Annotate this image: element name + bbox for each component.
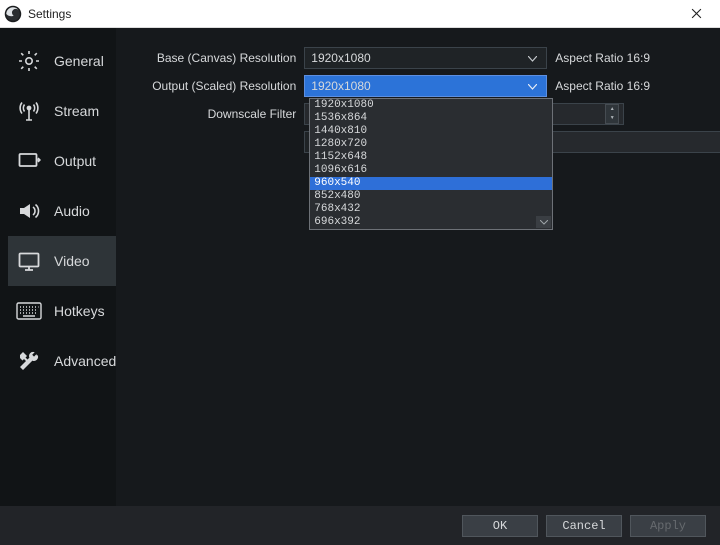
chevron-down-icon — [524, 51, 540, 65]
dropdown-option[interactable]: 960x540 — [310, 177, 552, 190]
tools-icon — [16, 348, 42, 374]
base-aspect-ratio-label: Aspect Ratio 16:9 — [555, 51, 650, 65]
dropdown-option[interactable]: 1096x616 — [310, 164, 552, 177]
gear-icon — [16, 48, 42, 74]
dropdown-option[interactable]: 1440x810 — [310, 125, 552, 138]
dropdown-option[interactable]: 768x432 — [310, 203, 552, 216]
dropdown-option[interactable]: 852x480 — [310, 190, 552, 203]
downscale-filter-label: Downscale Filter — [128, 107, 304, 121]
keyboard-icon — [16, 298, 42, 324]
output-resolution-label: Output (Scaled) Resolution — [128, 79, 304, 93]
output-resolution-dropdown-list[interactable]: 1920x10801536x8641440x8101280x7201152x64… — [309, 98, 553, 230]
obs-logo-icon — [4, 5, 22, 23]
spin-control-icon[interactable]: ▲▼ — [605, 104, 619, 124]
sidebar-item-general[interactable]: General — [8, 36, 116, 86]
close-icon — [691, 8, 702, 19]
apply-button: Apply — [630, 515, 706, 537]
sidebar-item-hotkeys[interactable]: Hotkeys — [8, 286, 116, 336]
dropdown-option[interactable]: 1920x1080 — [310, 99, 552, 112]
speaker-icon — [16, 198, 42, 224]
ok-button[interactable]: OK — [462, 515, 538, 537]
output-resolution-value: 1920x1080 — [311, 79, 524, 93]
base-resolution-label: Base (Canvas) Resolution — [128, 51, 304, 65]
base-resolution-combobox[interactable]: 1920x1080 — [304, 47, 547, 69]
window-title: Settings — [28, 7, 676, 21]
output-aspect-ratio-label: Aspect Ratio 16:9 — [555, 79, 650, 93]
base-resolution-value: 1920x1080 — [311, 51, 524, 65]
cancel-button[interactable]: Cancel — [546, 515, 622, 537]
output-resolution-combobox[interactable]: 1920x1080 — [304, 75, 547, 97]
sidebar-item-stream[interactable]: Stream — [8, 86, 116, 136]
monitor-icon — [16, 248, 42, 274]
sidebar-item-label: Audio — [54, 203, 90, 219]
scroll-down-hint-icon[interactable] — [536, 216, 551, 228]
dialog-footer: OK Cancel Apply — [0, 506, 720, 545]
dropdown-option[interactable]: 696x392 — [310, 216, 552, 229]
output-icon — [16, 148, 42, 174]
antenna-icon — [16, 98, 42, 124]
chevron-down-icon — [524, 79, 540, 93]
sidebar-item-advanced[interactable]: Advanced — [8, 336, 116, 386]
dropdown-option[interactable]: 1536x864 — [310, 112, 552, 125]
sidebar: General Stream Output Audio Video — [0, 28, 116, 506]
sidebar-item-label: Stream — [54, 103, 99, 119]
sidebar-item-label: Video — [54, 253, 90, 269]
dropdown-option[interactable]: 1152x648 — [310, 151, 552, 164]
settings-panel-video: Base (Canvas) Resolution 1920x1080 Aspec… — [116, 28, 720, 506]
sidebar-item-label: Advanced — [54, 353, 116, 369]
sidebar-item-label: Hotkeys — [54, 303, 105, 319]
sidebar-item-label: General — [54, 53, 104, 69]
sidebar-item-video[interactable]: Video — [8, 236, 116, 286]
dropdown-option[interactable]: 1280x720 — [310, 138, 552, 151]
sidebar-item-audio[interactable]: Audio — [8, 186, 116, 236]
close-button[interactable] — [676, 0, 716, 28]
sidebar-item-output[interactable]: Output — [8, 136, 116, 186]
titlebar: Settings — [0, 0, 720, 28]
sidebar-item-label: Output — [54, 153, 96, 169]
